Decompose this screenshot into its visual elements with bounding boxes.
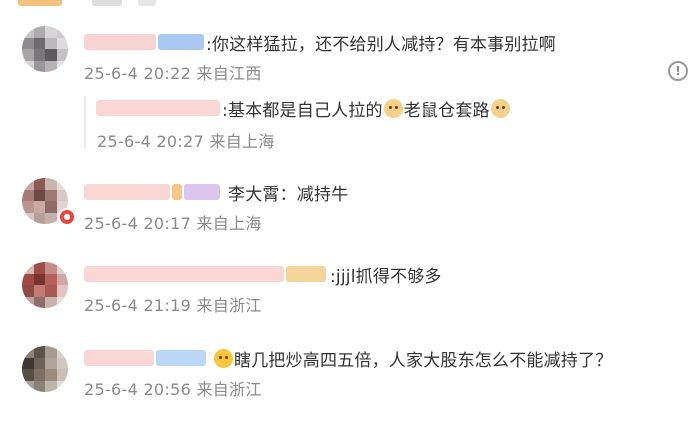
blurred-username[interactable] — [286, 266, 326, 282]
comment-line: :jjjl抓得不够多 — [84, 262, 442, 287]
comment-line: 瞎几把炒高四五倍，人家大股东怎么不能减持了？ — [84, 346, 613, 371]
comment-text: 李大霄：减持牛 — [228, 184, 349, 205]
comment-text: :你这样猛拉，还不给别人减持？有本事别拉啊 — [206, 34, 556, 55]
comment-meta: 25-6-4 20:22 来自江西 — [84, 64, 262, 83]
avatar[interactable] — [22, 346, 68, 392]
blurred-username[interactable] — [84, 266, 284, 282]
blurred-username[interactable] — [184, 184, 220, 200]
comment-meta: 25-6-4 20:56 来自浙江 — [84, 380, 262, 399]
blurred-username[interactable] — [172, 184, 182, 200]
reply-text: 老鼠仓套路 — [403, 100, 490, 121]
comment-meta: 25-6-4 20:17 来自上海 — [84, 214, 262, 233]
avatar[interactable] — [22, 262, 68, 308]
dog-emoji-icon — [383, 98, 403, 118]
comment-line: :你这样猛拉，还不给别人减持？有本事别拉啊 — [84, 30, 556, 55]
cropped-blurred-name — [18, 0, 62, 6]
top-cropped-bar — [0, 0, 697, 8]
reply-meta: 25-6-4 20:27 来自上海 — [97, 132, 275, 151]
comment-line: 李大霄：减持牛 — [84, 180, 349, 205]
avatar[interactable] — [22, 26, 68, 72]
blurred-username[interactable] — [84, 184, 170, 200]
blurred-username[interactable] — [158, 34, 204, 50]
verified-badge-icon: ● — [58, 208, 76, 226]
alert-circle-icon[interactable]: ! — [668, 61, 688, 81]
dog-emoji-icon — [490, 98, 510, 118]
comment-meta: 25-6-4 21:19 来自浙江 — [84, 296, 262, 315]
reply-text: :基本都是自己人拉的 — [222, 100, 383, 121]
comment-text: 瞎几把炒高四五倍，人家大股东怎么不能减持了？ — [234, 350, 613, 371]
blurred-username[interactable] — [96, 100, 220, 116]
blurred-username[interactable] — [84, 350, 154, 366]
comment-text: :jjjl抓得不够多 — [330, 266, 442, 287]
blurred-username[interactable] — [156, 350, 206, 366]
smile-emoji-icon — [214, 348, 233, 368]
cropped-blurred-text — [92, 0, 122, 6]
cropped-blurred-text — [138, 0, 156, 6]
blurred-username[interactable] — [84, 34, 156, 50]
reply-divider — [84, 96, 86, 148]
reply-line: :基本都是自己人拉的 老鼠仓套路 — [96, 96, 511, 121]
